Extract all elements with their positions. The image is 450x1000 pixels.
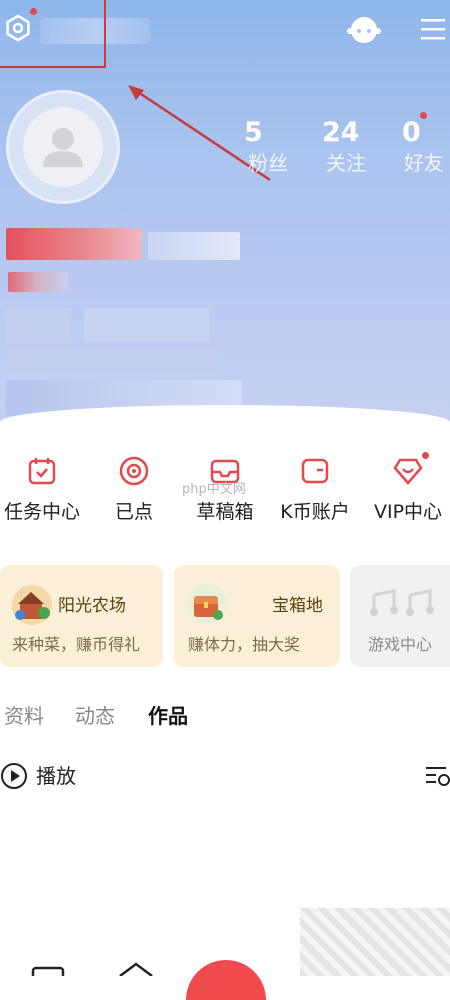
vip-notification-dot bbox=[422, 452, 429, 459]
shortcut-vip-center-label: VIP中心 bbox=[373, 501, 443, 523]
shortcut-kcoin-account[interactable]: K币账户 bbox=[270, 455, 360, 524]
card-game-center[interactable]: 游戏中心 bbox=[350, 565, 450, 667]
shortcut-task-center[interactable]: 任务中心 bbox=[0, 455, 87, 524]
stat-fans-label: 粉丝 bbox=[248, 151, 288, 175]
avatar-placeholder bbox=[23, 107, 103, 187]
stat-following-label: 关注 bbox=[326, 151, 366, 175]
card-sunshine-farm-title: 阳光农场 bbox=[58, 596, 126, 616]
play-all-row: 播放 bbox=[0, 760, 450, 790]
card-game-center-label: 游戏中心 bbox=[368, 635, 433, 654]
stat-fans[interactable]: 5 粉丝 bbox=[238, 118, 298, 178]
shortcut-task-center-label: 任务中心 bbox=[3, 501, 80, 523]
blurred-thumbnail bbox=[300, 908, 450, 976]
play-all-button[interactable]: 播放 bbox=[36, 760, 76, 789]
music-notes-icon bbox=[370, 589, 434, 616]
discover-tab-icon[interactable] bbox=[116, 960, 156, 976]
calendar-check-icon bbox=[28, 458, 56, 485]
diamond-heart-icon bbox=[393, 458, 423, 485]
shortcut-played[interactable]: 已点 bbox=[89, 455, 179, 524]
playlist-settings-icon[interactable] bbox=[424, 764, 450, 788]
farm-icon bbox=[12, 585, 52, 625]
stat-following-value: 24 bbox=[322, 117, 360, 148]
shortcut-vip-center[interactable]: VIP中心 bbox=[363, 455, 450, 524]
play-icon[interactable] bbox=[0, 762, 28, 790]
header-curve bbox=[0, 405, 450, 445]
stat-friends-value: 0 bbox=[402, 117, 421, 148]
stat-friends[interactable]: 0 好友 bbox=[398, 118, 450, 178]
avatar[interactable] bbox=[6, 90, 120, 204]
home-tab-icon[interactable] bbox=[30, 962, 66, 976]
tab-activity[interactable]: 动态 bbox=[75, 700, 115, 729]
card-treasure-map-title: 宝箱地 bbox=[272, 596, 323, 616]
stat-friends-label: 好友 bbox=[404, 151, 444, 175]
shortcut-played-label: 已点 bbox=[114, 501, 153, 523]
card-treasure-map[interactable]: 宝箱地 赚体力，抽大奖 bbox=[174, 565, 340, 667]
disc-icon bbox=[119, 456, 149, 486]
highlight-box bbox=[0, 0, 106, 68]
mascot-icon[interactable] bbox=[346, 12, 382, 46]
stat-fans-value: 5 bbox=[244, 117, 263, 148]
watermark-text: php中文网 bbox=[182, 482, 246, 497]
friends-notification-dot bbox=[420, 112, 427, 119]
stat-following[interactable]: 24 关注 bbox=[316, 118, 376, 178]
shortcut-drafts-label: 草稿箱 bbox=[196, 501, 254, 523]
wallet-icon bbox=[301, 458, 329, 484]
menu-icon[interactable] bbox=[420, 16, 446, 42]
card-treasure-map-subtitle: 赚体力，抽大奖 bbox=[188, 635, 301, 654]
card-sunshine-farm[interactable]: 阳光农场 来种菜，赚币得礼 bbox=[0, 565, 163, 667]
user-silhouette-icon bbox=[43, 128, 83, 167]
shortcut-kcoin-account-label: K币账户 bbox=[280, 501, 350, 523]
record-button[interactable] bbox=[186, 960, 266, 1000]
card-sunshine-farm-subtitle: 来种菜，赚币得礼 bbox=[12, 635, 141, 654]
treasure-chest-icon bbox=[187, 584, 227, 624]
tab-profile-info[interactable]: 资料 bbox=[4, 700, 44, 729]
tab-works[interactable]: 作品 bbox=[148, 700, 188, 729]
